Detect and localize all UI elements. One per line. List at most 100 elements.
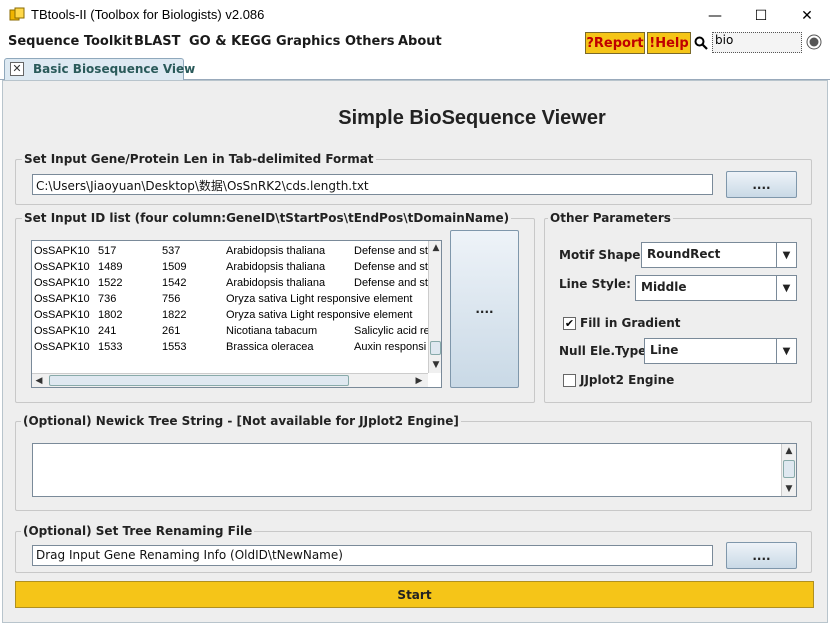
list-cell: Brassica oleracea bbox=[226, 341, 314, 353]
list-cell: Defense and st bbox=[354, 277, 428, 289]
chevron-down-icon[interactable]: ▼ bbox=[776, 243, 796, 267]
line-style-value: Middle bbox=[641, 280, 687, 294]
report-button[interactable]: ?Report bbox=[585, 32, 645, 54]
fill-gradient-label: Fill in Gradient bbox=[580, 316, 681, 330]
list-cell: Nicotiana tabacum bbox=[226, 325, 318, 337]
list-cell: 1522 bbox=[98, 277, 123, 289]
other-params-title: Other Parameters bbox=[548, 211, 673, 225]
menu-go-kegg[interactable]: GO & KEGG bbox=[189, 34, 271, 49]
page-title: Simple BioSequence Viewer bbox=[338, 107, 606, 129]
list-cell: 1553 bbox=[162, 341, 187, 353]
search-icon bbox=[694, 36, 708, 50]
list-cell: 517 bbox=[98, 245, 117, 257]
menu-others[interactable]: Others bbox=[345, 34, 395, 49]
list-cell: Oryza sativa Light responsive element bbox=[226, 293, 413, 305]
list-item[interactable]: OsSAPK10 1522 1542 Arabidopsis thaliana Defe… bbox=[32, 276, 428, 292]
list-cell: OsSAPK10 bbox=[34, 341, 90, 353]
rename-group-title: (Optional) Set Tree Renaming File bbox=[21, 524, 255, 538]
id-list-group-title: Set Input ID list (four column:GeneID\tS… bbox=[22, 211, 512, 225]
list-cell: OsSAPK10 bbox=[34, 325, 90, 337]
chevron-down-icon[interactable]: ▼ bbox=[776, 276, 796, 300]
scroll-up-arrow-icon[interactable]: ▲ bbox=[782, 444, 796, 458]
maximize-button[interactable]: ☐ bbox=[738, 0, 784, 31]
rename-path-field[interactable]: Drag Input Gene Renaming Info (OldID\tNe… bbox=[32, 545, 713, 566]
motif-shape-select[interactable]: RoundRect ▼ bbox=[641, 242, 797, 268]
help-button[interactable]: !Help bbox=[647, 32, 691, 54]
list-cell: 1802 bbox=[98, 309, 123, 321]
app-logo-icon bbox=[9, 7, 25, 23]
list-cell: OsSAPK10 bbox=[34, 245, 90, 257]
checkmark-icon: ✔ bbox=[564, 317, 575, 330]
list-cell: 261 bbox=[162, 325, 181, 337]
id-list-browse-button[interactable]: .... bbox=[450, 230, 519, 388]
jjplot-label: JJplot2 Engine bbox=[580, 373, 675, 387]
list-cell: OsSAPK10 bbox=[34, 277, 90, 289]
line-style-select[interactable]: Middle ▼ bbox=[635, 275, 797, 301]
scroll-down-arrow-icon[interactable]: ▼ bbox=[429, 358, 441, 372]
start-button[interactable]: Start bbox=[15, 581, 814, 608]
tab-label: Basic Biosequence View bbox=[33, 62, 196, 76]
newick-vscroll-thumb[interactable] bbox=[783, 460, 795, 478]
hscroll-thumb[interactable] bbox=[49, 375, 349, 386]
menu-blast[interactable]: BLAST bbox=[134, 34, 180, 49]
search-input[interactable]: bio bbox=[712, 32, 802, 53]
input-len-group-title: Set Input Gene/Protein Len in Tab-delimi… bbox=[22, 152, 376, 166]
newick-textarea[interactable] bbox=[32, 443, 797, 497]
menu-graphics[interactable]: Graphics bbox=[276, 34, 340, 49]
id-list-hscrollbar[interactable]: ◀ ▶ bbox=[32, 373, 428, 387]
motif-shape-label: Motif Shape: bbox=[559, 248, 646, 262]
jjplot-checkbox[interactable] bbox=[563, 374, 576, 387]
menu-sequence-toolkit[interactable]: Sequence Toolkit bbox=[8, 34, 133, 49]
list-cell: 736 bbox=[98, 293, 117, 305]
list-cell: OsSAPK10 bbox=[34, 293, 90, 305]
list-cell: 1533 bbox=[98, 341, 123, 353]
id-list-vscrollbar[interactable]: ▲ ▼ bbox=[428, 241, 441, 373]
input-len-path-field[interactable]: C:\Users\Jiaoyuan\Desktop\数据\OsSnRK2\cds… bbox=[32, 174, 713, 195]
window-title: TBtools-II (Toolbox for Biologists) v2.0… bbox=[31, 7, 265, 22]
scroll-left-arrow-icon[interactable]: ◀ bbox=[32, 374, 46, 387]
list-cell: Arabidopsis thaliana bbox=[226, 261, 326, 273]
scroll-down-arrow-icon[interactable]: ▼ bbox=[782, 482, 796, 496]
list-item[interactable]: OsSAPK10 517 537 Arabidopsis thaliana Defens… bbox=[32, 244, 428, 260]
list-cell: Auxin responsi bbox=[354, 341, 427, 353]
list-cell: 1489 bbox=[98, 261, 123, 273]
newick-vscrollbar[interactable]: ▲ ▼ bbox=[781, 444, 796, 496]
list-cell: Oryza sativa Light responsive element bbox=[226, 309, 413, 321]
list-cell: OsSAPK10 bbox=[34, 309, 90, 321]
fill-gradient-checkbox[interactable]: ✔ bbox=[563, 317, 576, 330]
list-cell: 1509 bbox=[162, 261, 187, 273]
record-icon[interactable] bbox=[806, 34, 822, 50]
list-cell: 537 bbox=[162, 245, 181, 257]
list-cell: Defense and st bbox=[354, 261, 428, 273]
minimize-button[interactable]: — bbox=[692, 0, 738, 31]
chevron-down-icon[interactable]: ▼ bbox=[776, 339, 796, 363]
list-cell: Salicylic acid re bbox=[354, 325, 430, 337]
list-item[interactable]: OsSAPK10 241 261 Nicotiana tabacum Salicylic… bbox=[32, 324, 430, 340]
newick-group-title: (Optional) Newick Tree String - [Not ava… bbox=[21, 414, 461, 428]
list-cell: 1822 bbox=[162, 309, 187, 321]
null-ele-type-select[interactable]: Line ▼ bbox=[644, 338, 797, 364]
scroll-right-arrow-icon[interactable]: ▶ bbox=[412, 374, 426, 387]
list-item[interactable]: OsSAPK10 1533 1553 Brassica oleracea Auxin r… bbox=[32, 340, 428, 356]
list-cell: OsSAPK10 bbox=[34, 261, 90, 273]
list-cell: 756 bbox=[162, 293, 181, 305]
tab-close-icon[interactable]: ✕ bbox=[10, 62, 24, 76]
line-style-label: Line Style: bbox=[559, 277, 631, 291]
close-window-button[interactable]: ✕ bbox=[784, 0, 830, 31]
list-cell: Defense and st bbox=[354, 245, 428, 257]
menu-about[interactable]: About bbox=[398, 34, 442, 49]
list-cell: Arabidopsis thaliana bbox=[226, 245, 326, 257]
rename-browse-button[interactable]: .... bbox=[726, 542, 797, 569]
list-item[interactable]: OsSAPK10 1802 1822 Oryza sativa Light respo… bbox=[32, 308, 428, 324]
vscroll-thumb[interactable] bbox=[430, 341, 441, 355]
list-cell: 1542 bbox=[162, 277, 187, 289]
id-list-box[interactable]: OsSAPK10 517 537 Arabidopsis thaliana Defens… bbox=[31, 240, 442, 388]
null-ele-type-label: Null Ele.Type: bbox=[559, 344, 652, 358]
list-cell: Arabidopsis thaliana bbox=[226, 277, 326, 289]
scroll-up-arrow-icon[interactable]: ▲ bbox=[429, 241, 441, 255]
list-item[interactable]: OsSAPK10 1489 1509 Arabidopsis thaliana Defe… bbox=[32, 260, 428, 276]
input-len-browse-button[interactable]: .... bbox=[726, 171, 797, 198]
null-ele-type-value: Line bbox=[650, 343, 679, 357]
list-cell: 241 bbox=[98, 325, 117, 337]
list-item[interactable]: OsSAPK10 736 756 Oryza sativa Light respons… bbox=[32, 292, 428, 308]
